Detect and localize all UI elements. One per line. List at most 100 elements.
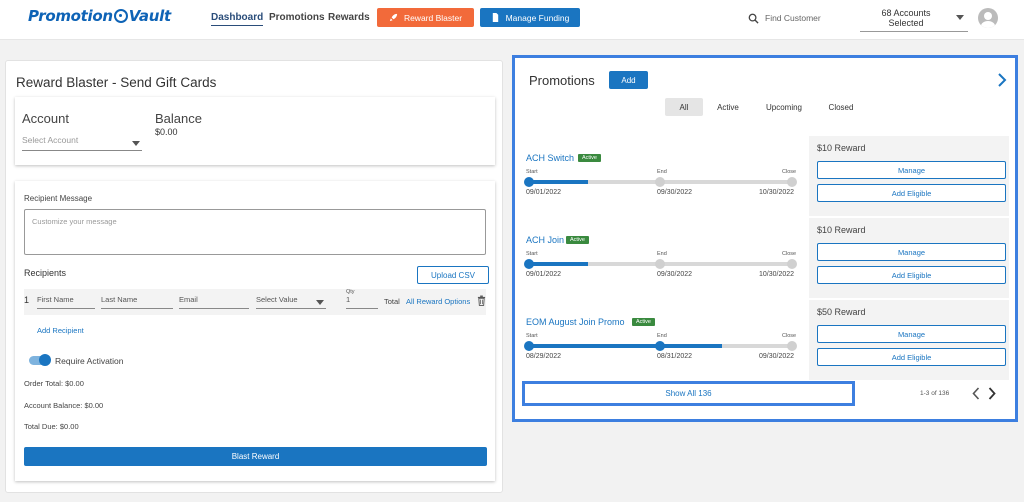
show-all-button[interactable]: Show All 136 xyxy=(522,381,855,406)
timeline-close-label: Close xyxy=(782,333,797,339)
timeline-close-label: Close xyxy=(782,169,797,175)
add-promotion-button[interactable]: Add xyxy=(609,71,648,89)
reward-amount: $50 Reward xyxy=(817,307,866,317)
reward-panel: $50 Reward Manage Add Eligible xyxy=(809,300,1009,380)
find-customer-search[interactable]: Find Customer xyxy=(748,9,856,27)
require-activation-toggle[interactable] xyxy=(29,354,51,366)
timeline-start-dot xyxy=(524,259,534,269)
manage-funding-label: Manage Funding xyxy=(505,12,570,23)
email-input[interactable]: Email xyxy=(179,295,249,309)
timeline-progress xyxy=(526,262,588,266)
start-date: 09/01/2022 xyxy=(526,271,562,278)
timeline-progress xyxy=(526,344,722,348)
chevron-down-icon xyxy=(132,141,140,146)
promotions-card: Promotions Add All Active Upcoming Close… xyxy=(512,55,1018,422)
search-icon xyxy=(748,13,759,24)
start-date: 09/01/2022 xyxy=(526,189,562,196)
reward-panel: $10 Reward Manage Add Eligible xyxy=(809,136,1009,216)
recipient-message-textarea[interactable]: Customize your message xyxy=(24,209,486,255)
timeline-start-label: Start xyxy=(526,333,538,339)
chevron-right-icon[interactable] xyxy=(997,73,1007,87)
promotion-vault-logo[interactable]: Promotion Vault xyxy=(28,7,171,25)
promotion-name-link[interactable]: ACH Join xyxy=(526,235,564,245)
accounts-selected-label: Selected xyxy=(888,18,924,28)
promotion-name-link[interactable]: EOM August Join Promo xyxy=(526,317,625,327)
pagination-text: 1-3 of 136 xyxy=(920,390,950,397)
tab-active[interactable]: Active xyxy=(703,98,753,116)
manage-funding-button[interactable]: Manage Funding xyxy=(480,8,580,27)
manage-button[interactable]: Manage xyxy=(817,161,1006,179)
status-badge: Active xyxy=(632,318,655,326)
promotions-title: Promotions xyxy=(529,73,595,88)
document-icon xyxy=(492,13,498,22)
search-placeholder: Find Customer xyxy=(765,13,821,23)
account-balance-summary: Account Balance: $0.00 xyxy=(24,401,104,410)
blast-reward-button[interactable]: Blast Reward xyxy=(24,447,487,466)
chevron-right-icon[interactable] xyxy=(988,387,996,400)
account-select-placeholder: Select Account xyxy=(22,135,79,145)
all-reward-options-link[interactable]: All Reward Options xyxy=(406,297,470,306)
select-value-dropdown[interactable]: Select Value xyxy=(256,295,326,309)
add-recipient-link[interactable]: Add Recipient xyxy=(37,326,84,335)
order-total: Order Total: $0.00 xyxy=(24,379,84,388)
close-date: 09/30/2022 xyxy=(759,353,795,360)
timeline-close-dot xyxy=(787,259,797,269)
timeline-start-label: Start xyxy=(526,169,538,175)
reward-blaster-label: Reward Blaster xyxy=(403,12,463,23)
qty-value: 1 xyxy=(346,295,351,304)
tab-upcoming[interactable]: Upcoming xyxy=(753,98,815,116)
qty-input[interactable]: 1 xyxy=(346,295,378,309)
tab-all[interactable]: All xyxy=(665,98,703,116)
nav-rewards[interactable]: Rewards xyxy=(328,12,370,23)
nav-promotions[interactable]: Promotions xyxy=(269,12,325,23)
tab-closed[interactable]: Closed xyxy=(815,98,867,116)
total-due: Total Due: $0.00 xyxy=(24,422,79,431)
nav-dashboard[interactable]: Dashboard xyxy=(211,12,264,26)
email-placeholder: Email xyxy=(179,295,198,304)
promotion-item: ACH Switch Active Start End Close 09/01/… xyxy=(523,136,1011,216)
manage-button[interactable]: Manage xyxy=(817,325,1006,343)
add-eligible-button[interactable]: Add Eligible xyxy=(817,348,1006,366)
recipients-heading: Recipients xyxy=(24,268,67,278)
timeline-start-label: Start xyxy=(526,251,538,257)
account-label: Account xyxy=(22,111,69,126)
promotion-item: EOM August Join Promo Active Start End C… xyxy=(523,300,1011,380)
manage-button[interactable]: Manage xyxy=(817,243,1006,261)
reward-blaster-title: Reward Blaster - Send Gift Cards xyxy=(16,75,217,90)
first-name-placeholder: First Name xyxy=(37,295,74,304)
upload-csv-button[interactable]: Upload CSV xyxy=(417,266,489,284)
recipient-message-label: Recipient Message xyxy=(24,194,93,203)
timeline-end-label: End xyxy=(657,333,667,339)
require-activation-label: Require Activation xyxy=(55,356,124,366)
total-label: Total xyxy=(384,297,400,306)
chevron-left-icon[interactable] xyxy=(972,387,980,400)
end-date: 09/30/2022 xyxy=(657,189,693,196)
first-name-input[interactable]: First Name xyxy=(37,295,95,309)
account-select[interactable]: Select Account xyxy=(22,135,142,151)
reward-blaster-button[interactable]: Reward Blaster xyxy=(377,8,474,27)
account-section: Account Select Account Balance $0.00 xyxy=(15,97,495,165)
timeline-close-dot xyxy=(787,177,797,187)
timeline-close-dot xyxy=(787,341,797,351)
balance-label: Balance xyxy=(155,111,202,126)
promotion-name-link[interactable]: ACH Switch xyxy=(526,153,574,163)
timeline-end-label: End xyxy=(657,169,667,175)
chevron-down-icon xyxy=(316,300,324,305)
logo-text-left: Promotion xyxy=(28,7,113,25)
reward-blaster-card: Reward Blaster - Send Gift Cards Account… xyxy=(5,60,503,493)
trash-icon[interactable] xyxy=(477,295,486,306)
last-name-input[interactable]: Last Name xyxy=(101,295,173,309)
promotion-filter-tabs: All Active Upcoming Closed xyxy=(665,98,867,116)
timeline-close-label: Close xyxy=(782,251,797,257)
accounts-count: 68 Accounts xyxy=(881,8,931,18)
add-eligible-button[interactable]: Add Eligible xyxy=(817,184,1006,202)
reward-amount: $10 Reward xyxy=(817,225,866,235)
message-placeholder: Customize your message xyxy=(32,217,117,226)
add-eligible-button[interactable]: Add Eligible xyxy=(817,266,1006,284)
accounts-selector[interactable]: 68 Accounts Selected xyxy=(860,5,968,32)
reward-panel: $10 Reward Manage Add Eligible xyxy=(809,218,1009,298)
vault-dial-icon xyxy=(113,9,128,23)
avatar-icon[interactable] xyxy=(978,8,998,28)
timeline-end-label: End xyxy=(657,251,667,257)
rocket-icon xyxy=(389,13,398,22)
